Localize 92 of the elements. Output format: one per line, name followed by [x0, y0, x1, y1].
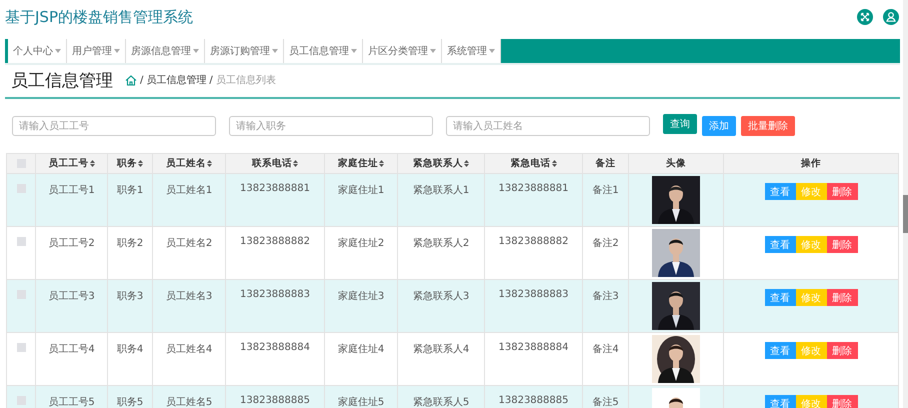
- table-cell: 紧急联系人4: [412, 344, 470, 355]
- table-cell: 员工姓名3: [166, 291, 212, 302]
- table-cell: 13823888885: [240, 395, 310, 406]
- sort-icon[interactable]: [464, 160, 469, 167]
- delete-button[interactable]: 删除: [826, 236, 858, 253]
- table-cell: 职务2: [116, 238, 144, 249]
- column-header: 备注: [596, 157, 616, 170]
- batch-delete-button[interactable]: 批量删除: [741, 116, 795, 136]
- breadcrumb-separator: /: [140, 74, 144, 86]
- search-field[interactable]: 请输入职务: [229, 116, 433, 136]
- column-header: 紧急电话: [510, 157, 550, 170]
- delete-button[interactable]: 删除: [826, 289, 858, 306]
- table-cell: 职务1: [116, 185, 144, 196]
- table-cell: 13823888883: [498, 289, 568, 300]
- table-cell: 备注1: [592, 185, 619, 196]
- sort-icon[interactable]: [207, 160, 212, 167]
- scrollbar-thumb[interactable]: [903, 195, 908, 233]
- row-checkbox[interactable]: [16, 236, 26, 246]
- table-cell: 紧急联系人1: [412, 185, 470, 196]
- table-cell: 13823888881: [498, 183, 568, 194]
- view-button[interactable]: 查看: [764, 342, 796, 359]
- table-cell: 员工姓名4: [166, 344, 212, 355]
- search-field[interactable]: 请输入员工姓名: [446, 116, 650, 136]
- user-icon[interactable]: [883, 9, 899, 25]
- table-cell: 13823888882: [498, 236, 568, 247]
- table-cell: 紧急联系人3: [412, 291, 470, 302]
- table-cell: 紧急联系人2: [412, 238, 470, 249]
- column-header: 职务: [117, 157, 137, 170]
- home-icon[interactable]: [125, 74, 137, 86]
- table-cell: 职务5: [116, 397, 144, 408]
- view-button[interactable]: 查看: [764, 183, 796, 200]
- sort-icon[interactable]: [138, 160, 143, 167]
- delete-button[interactable]: 删除: [826, 395, 858, 408]
- table-cell: 员工工号5: [48, 397, 95, 408]
- sort-icon[interactable]: [293, 160, 298, 167]
- page-heading: 员工信息管理: [11, 70, 113, 92]
- column-header: 员工工号: [48, 157, 88, 170]
- table-cell: 家庭住址4: [338, 344, 384, 355]
- view-button[interactable]: 查看: [764, 395, 796, 408]
- nav-menu-item[interactable]: 系统管理: [442, 39, 501, 63]
- column-header: 家庭住址: [338, 157, 378, 170]
- table-cell: 备注3: [592, 291, 619, 302]
- table-cell: 家庭住址2: [338, 238, 384, 249]
- search-field[interactable]: 请输入员工工号: [12, 116, 216, 136]
- table-cell: 家庭住址3: [338, 291, 384, 302]
- add-button[interactable]: 添加: [702, 116, 736, 136]
- column-header: 员工姓名: [166, 157, 206, 170]
- table-cell: 13823888881: [240, 183, 310, 194]
- breadcrumb-separator: /: [209, 74, 213, 86]
- table-cell: 员工工号3: [48, 291, 95, 302]
- table-cell: 13823888884: [240, 342, 310, 353]
- view-button[interactable]: 查看: [764, 289, 796, 306]
- view-button[interactable]: 查看: [764, 236, 796, 253]
- table-cell: 员工姓名1: [166, 185, 212, 196]
- table-cell: 13823888882: [240, 236, 310, 247]
- delete-button[interactable]: 删除: [826, 342, 858, 359]
- column-header: 操作: [801, 157, 821, 170]
- table-cell: 13823888884: [498, 342, 568, 353]
- nav-menu-item[interactable]: 员工信息管理: [284, 39, 363, 63]
- table-cell: 13823888883: [240, 289, 310, 300]
- table-cell: 员工工号4: [48, 344, 95, 355]
- table-cell: 员工工号1: [48, 185, 95, 196]
- nav-menu-item[interactable]: 房源信息管理: [126, 39, 205, 63]
- table-cell: 13823888885: [498, 395, 568, 406]
- table-cell: 员工工号2: [48, 238, 95, 249]
- table-cell: 职务3: [116, 291, 144, 302]
- nav-menu-item[interactable]: 个人中心: [8, 39, 67, 63]
- table-cell: 员工姓名2: [166, 238, 212, 249]
- sort-icon[interactable]: [379, 160, 384, 167]
- table-cell: 紧急联系人5: [412, 397, 470, 408]
- breadcrumb-link[interactable]: 员工信息管理: [146, 73, 206, 87]
- sort-icon[interactable]: [90, 160, 94, 167]
- row-checkbox[interactable]: [16, 342, 26, 352]
- table-cell: 员工姓名5: [166, 397, 212, 408]
- column-header: 紧急联系人: [413, 157, 463, 170]
- nav-menu-item[interactable]: 片区分类管理: [363, 39, 442, 63]
- table-cell: 备注5: [592, 397, 619, 408]
- table-cell: 家庭住址5: [338, 397, 384, 408]
- table-cell: 家庭住址1: [338, 185, 384, 196]
- query-button[interactable]: 查询: [663, 114, 697, 134]
- nav-menu-item[interactable]: 房源订购管理: [205, 39, 284, 63]
- fullscreen-icon[interactable]: [857, 9, 873, 25]
- delete-button[interactable]: 删除: [826, 183, 858, 200]
- nav-menu-item[interactable]: 用户管理: [67, 39, 126, 63]
- table-cell: 备注2: [592, 238, 619, 249]
- sort-icon[interactable]: [552, 160, 556, 167]
- column-header: 头像: [666, 157, 686, 170]
- scrollbar[interactable]: [903, 0, 908, 408]
- table-cell: 职务4: [116, 344, 144, 355]
- site-title: 基于JSP的楼盘销售管理系统: [5, 8, 193, 26]
- column-header: 联系电话: [252, 157, 292, 170]
- table-cell: 备注4: [592, 344, 619, 355]
